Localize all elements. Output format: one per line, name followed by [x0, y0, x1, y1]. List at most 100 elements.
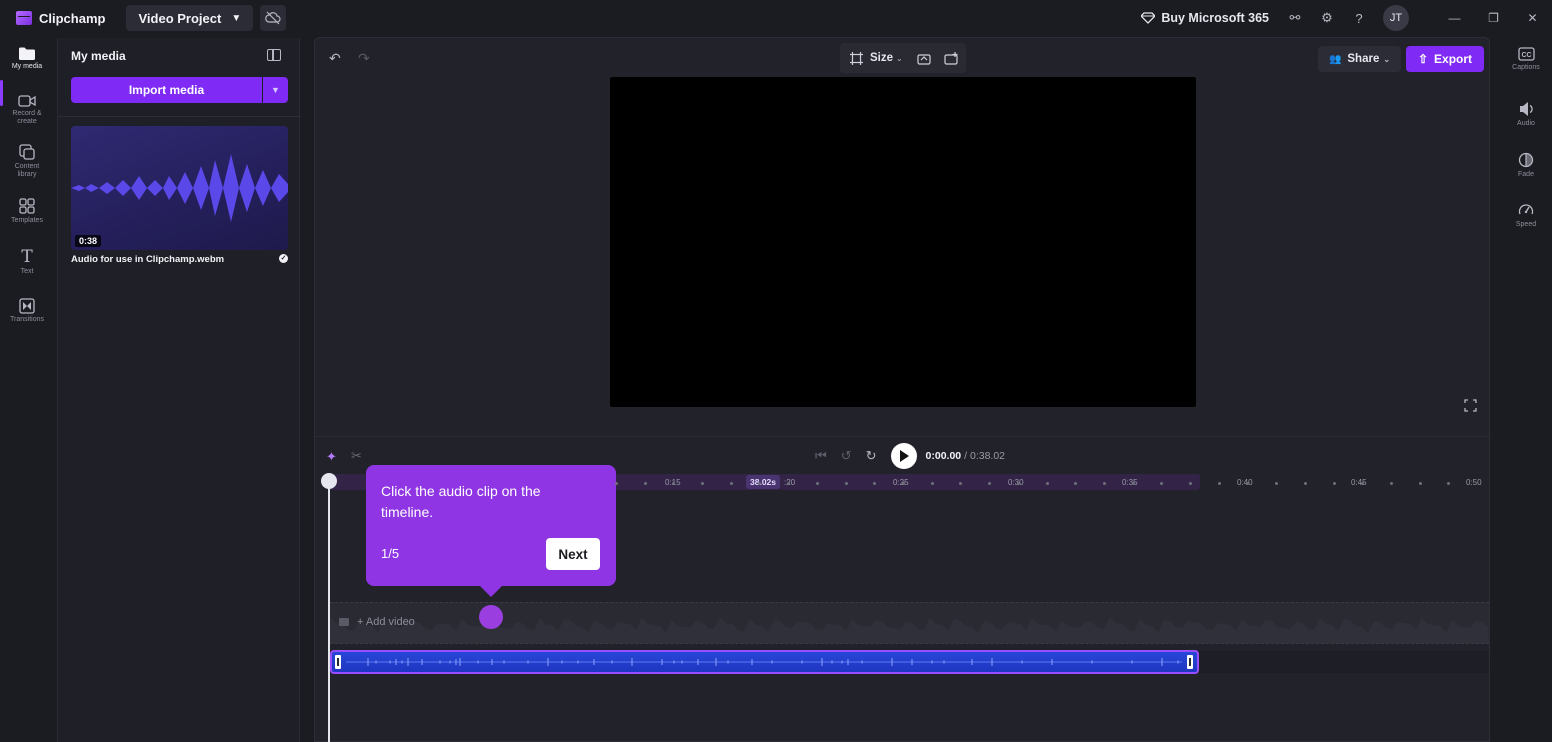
- resize-icon[interactable]: [850, 51, 863, 65]
- add-video-placeholder[interactable]: + Add video: [339, 616, 415, 628]
- ruler-tick: [615, 482, 618, 485]
- share-chevron-down-icon: ⌄: [1383, 54, 1391, 64]
- audio-clip[interactable]: [330, 650, 1199, 674]
- ruler-tick: [1304, 482, 1307, 485]
- ruler-tick: [959, 482, 962, 485]
- caret-down-icon: ▼: [231, 12, 242, 24]
- ruler-tick: [1333, 482, 1336, 485]
- cloud-sync-button[interactable]: [260, 5, 287, 31]
- ruler-tick: [1275, 482, 1278, 485]
- ruler-tick: [787, 482, 790, 485]
- clip-trim-handle-right[interactable]: [1187, 655, 1193, 669]
- rail-label-record: Record & create: [12, 110, 42, 125]
- rail-item-templates[interactable]: Templates: [0, 197, 54, 225]
- rail-label-templates: Templates: [11, 217, 43, 224]
- rail-label-transitions: Transitions: [10, 316, 44, 323]
- minimize-icon[interactable]: —: [1435, 0, 1474, 36]
- clipchamp-logo-icon: [16, 11, 32, 25]
- media-thumbnail[interactable]: 0:38: [71, 126, 288, 250]
- rail-item-record-create[interactable]: Record & create: [0, 94, 54, 126]
- rail-label-audio: Audio: [1517, 120, 1535, 127]
- rail-label-speed: Speed: [1515, 221, 1537, 228]
- share-label: Share: [1347, 53, 1380, 65]
- size-dropdown[interactable]: Size: [870, 52, 893, 64]
- camera-icon: [18, 95, 36, 107]
- rail-item-my-media[interactable]: My media: [0, 46, 54, 71]
- audio-waveform: [346, 658, 1182, 666]
- video-preview[interactable]: [610, 77, 1196, 407]
- magic-sparkle-icon[interactable]: ✦: [326, 449, 337, 465]
- export-label: Export: [1434, 52, 1473, 66]
- tooltip-step-counter: 1/5: [381, 546, 400, 561]
- left-navigation-rail: My media Record & create Content library…: [0, 38, 54, 742]
- close-icon[interactable]: ✕: [1513, 0, 1552, 36]
- skip-to-start-icon[interactable]: ⏮: [815, 448, 827, 464]
- diamond-icon: [1141, 12, 1156, 24]
- track-texture: [330, 617, 1489, 643]
- added-check-icon: ✓: [279, 254, 288, 263]
- ruler-label: 0:35: [1122, 478, 1138, 487]
- current-time: 0:00.00: [925, 450, 962, 462]
- media-panel: My media Import media ▼ 0:38 Audio for u…: [57, 38, 301, 742]
- background-icon[interactable]: [917, 52, 932, 65]
- rail-item-text[interactable]: T Text: [0, 248, 54, 276]
- play-button[interactable]: [890, 443, 917, 469]
- restore-icon[interactable]: ❐: [1474, 0, 1513, 36]
- ruler-tick: [988, 482, 991, 485]
- video-track[interactable]: [330, 602, 1489, 644]
- add-overlay-icon[interactable]: [944, 51, 959, 65]
- rail-item-speed[interactable]: Speed: [1500, 202, 1552, 228]
- rail-item-content-library[interactable]: Content library: [0, 143, 54, 179]
- project-name-button[interactable]: Video Project ▼: [126, 5, 254, 31]
- ruler-tick: [1189, 482, 1192, 485]
- ruler-label: 0:40: [1237, 478, 1253, 487]
- ruler-tick: [1074, 482, 1077, 485]
- playhead-line: [328, 487, 330, 742]
- ruler-tick: [1103, 482, 1106, 485]
- import-media-button[interactable]: Import media: [71, 77, 262, 103]
- panel-divider: [58, 116, 301, 117]
- speed-icon: [1518, 204, 1534, 215]
- rewind-5s-icon[interactable]: ↺: [841, 448, 852, 464]
- templates-icon: [19, 198, 35, 214]
- captions-icon: CC: [1517, 47, 1535, 61]
- add-video-label: + Add video: [357, 616, 415, 628]
- settings-gear-icon[interactable]: ⚙: [1319, 10, 1335, 26]
- tooltip-next-button[interactable]: Next: [546, 538, 600, 570]
- import-options-chevron-icon[interactable]: ▼: [263, 77, 288, 103]
- rail-item-transitions[interactable]: Transitions: [0, 298, 54, 324]
- export-button[interactable]: ⇧ Export: [1406, 46, 1484, 72]
- collapse-panel-icon[interactable]: [267, 49, 281, 61]
- rail-item-fade[interactable]: Fade: [1500, 152, 1552, 178]
- rail-item-captions[interactable]: CC Captions: [1500, 47, 1552, 71]
- timeline-divider: [315, 436, 1489, 437]
- playback-controls: ⏮ ↺ ↻ 0:00.00 / 0:38.02: [815, 442, 1005, 470]
- ruler-tick: [931, 482, 934, 485]
- rail-label-text: Text: [20, 268, 34, 275]
- rail-item-audio[interactable]: Audio: [1500, 101, 1552, 127]
- redo-icon: ↷: [358, 50, 370, 66]
- user-avatar[interactable]: JT: [1383, 5, 1409, 31]
- tutorial-tooltip: Click the audio clip on the timeline. 1/…: [366, 465, 616, 597]
- app-name: Clipchamp: [39, 10, 106, 26]
- undo-icon[interactable]: ↶: [329, 50, 341, 67]
- duration-pill: 38.02s: [746, 475, 780, 489]
- fullscreen-icon[interactable]: [1464, 399, 1477, 412]
- playhead-handle[interactable]: [321, 473, 337, 489]
- ruler-tick: [1246, 482, 1249, 485]
- share-link-icon[interactable]: ⚯: [1287, 10, 1303, 26]
- rail-label-captions: Captions: [1512, 64, 1540, 71]
- fade-icon: [1518, 152, 1534, 168]
- help-icon[interactable]: ?: [1351, 10, 1367, 26]
- play-icon: [900, 450, 910, 462]
- ruler-tick: [1419, 482, 1422, 485]
- cloud-off-icon: [265, 11, 281, 25]
- ruler-tick: [1447, 482, 1450, 485]
- share-button[interactable]: 👥 Share ⌄: [1318, 46, 1401, 72]
- ruler-tick: [873, 482, 876, 485]
- media-file-name: Audio for use in Clipchamp.webm: [71, 254, 225, 265]
- buy-microsoft-365-button[interactable]: Buy Microsoft 365: [1141, 11, 1269, 25]
- media-duration-badge: 0:38: [75, 235, 102, 247]
- forward-5s-icon[interactable]: ↻: [866, 448, 877, 464]
- people-icon: 👥: [1328, 53, 1342, 65]
